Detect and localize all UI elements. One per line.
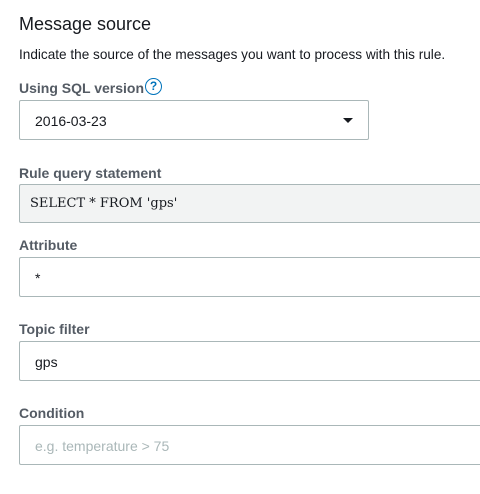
sql-version-value: 2016-03-23 [35,113,107,129]
attribute-label: Attribute [19,237,78,253]
section-title: Message source [19,14,152,34]
topic-filter-input[interactable]: gps [19,341,480,381]
attribute-value: * [35,270,41,286]
topic-filter-value: gps [35,354,58,370]
sql-version-label: Using SQL version [19,80,144,96]
condition-placeholder: e.g. temperature > 75 [35,438,170,454]
question-circle-icon[interactable]: ? [145,78,162,95]
section-description: Indicate the source of the messages you … [19,47,446,62]
rule-query-text: SELECT * FROM 'gps' [30,196,178,211]
condition-input[interactable]: e.g. temperature > 75 [19,425,480,465]
sql-version-select[interactable]: 2016-03-23 [19,100,369,140]
rule-query-label: Rule query statement [19,165,162,181]
condition-label: Condition [19,405,85,421]
topic-filter-label: Topic filter [19,321,90,337]
rule-query-statement: SELECT * FROM 'gps' [19,184,480,223]
caret-down-icon [343,118,353,123]
attribute-input[interactable]: * [19,257,480,297]
